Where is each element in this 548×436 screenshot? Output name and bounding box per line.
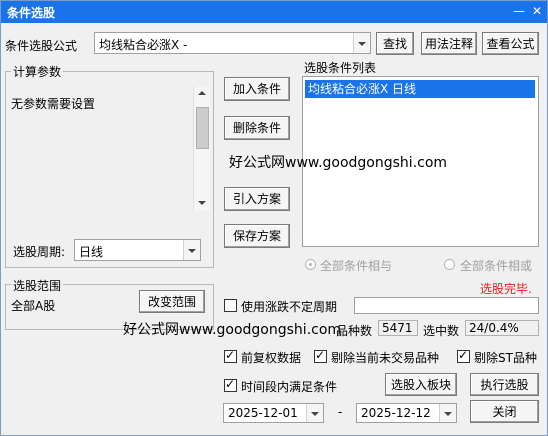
params-scrollbar[interactable]: [193, 87, 210, 211]
selected-count: 24/0.4%: [465, 320, 539, 336]
formula-select[interactable]: 均线粘合必涨X -: [94, 32, 371, 54]
change-range-button[interactable]: 改变范围: [139, 290, 205, 313]
end-date-picker[interactable]: 2025-12-12: [356, 403, 457, 423]
uncertain-period-checkbox[interactable]: [224, 299, 237, 312]
exclude-st-label: 剔除ST品种: [474, 351, 537, 365]
time-period-checkbox[interactable]: ✓: [224, 377, 237, 392]
save-plan-button[interactable]: 保存方案: [224, 224, 290, 248]
params-text: 无参数需要设置: [11, 97, 96, 111]
or-radio[interactable]: [444, 259, 455, 270]
start-date: 2025-12-01: [228, 406, 298, 420]
condition-stock-selection-window: 条件选股 — ✕ 条件选股公式 均线粘合必涨X - 查找 用法注释 查看公式 计…: [0, 0, 548, 436]
find-button[interactable]: 查找: [376, 32, 414, 55]
chevron-down-icon: [183, 240, 200, 260]
total-count-label: 品种数: [336, 324, 373, 338]
period-value: 日线: [79, 245, 104, 259]
exclude-st-checkbox[interactable]: ✓: [457, 348, 470, 363]
pre-adjust-label: 前复权数据: [241, 351, 302, 365]
scroll-thumb[interactable]: [196, 107, 209, 149]
and-radio-label: 全部条件相与: [320, 259, 393, 273]
exclude-untraded-label: 剔除当前未交易品种: [331, 351, 440, 365]
window-title: 条件选股: [7, 6, 56, 20]
exclude-untraded-checkbox[interactable]: ✓: [314, 348, 327, 363]
formula-label: 条件选股公式: [5, 39, 78, 53]
list-item[interactable]: 均线粘合必涨X 日线: [305, 80, 535, 98]
import-plan-button[interactable]: 引入方案: [224, 187, 290, 211]
end-date: 2025-12-12: [361, 406, 431, 420]
delete-condition-button[interactable]: 删除条件: [224, 116, 290, 140]
minimize-icon[interactable]: —: [511, 3, 527, 19]
add-to-block-button[interactable]: 选股入板块: [385, 373, 457, 396]
scroll-down-icon[interactable]: [198, 201, 206, 205]
selected-count-label: 选中数: [423, 324, 460, 338]
and-radio[interactable]: [305, 259, 316, 270]
close-button[interactable]: 关闭: [470, 400, 539, 423]
usage-notes-button[interactable]: 用法注释: [421, 32, 477, 55]
uncertain-period-input[interactable]: [354, 297, 539, 314]
close-icon[interactable]: ✕: [529, 3, 545, 19]
pre-adjust-checkbox[interactable]: ✓: [224, 348, 237, 363]
or-radio-label: 全部条件相或: [460, 259, 533, 273]
date-separator: -: [338, 405, 343, 419]
chevron-down-icon: [439, 404, 456, 422]
execute-selection-button[interactable]: 执行选股: [470, 373, 539, 396]
range-value: 全部A股: [11, 299, 56, 313]
watermark-text: 好公式网www.goodgongshi.com: [229, 155, 448, 171]
view-formula-button[interactable]: 查看公式: [482, 32, 539, 55]
title-bar: 条件选股 — ✕: [1, 1, 547, 23]
watermark-text: 好公式网www.goodgongshi.com: [123, 322, 342, 338]
time-period-label: 时间段内满足条件: [241, 380, 338, 394]
period-label: 选股周期:: [13, 245, 66, 259]
formula-value: 均线粘合必涨X -: [99, 38, 188, 52]
scroll-up-icon[interactable]: [198, 91, 206, 95]
range-label: 选股范围: [11, 277, 64, 294]
total-count: 5471: [378, 320, 418, 336]
period-select[interactable]: 日线: [74, 239, 201, 261]
chevron-down-icon: [353, 33, 370, 53]
start-date-picker[interactable]: 2025-12-01: [223, 403, 324, 423]
condition-list-label: 选股条件列表: [304, 61, 377, 75]
add-condition-button[interactable]: 加入条件: [224, 77, 290, 101]
status-text: 选股完毕.: [480, 282, 532, 296]
calc-params-label: 计算参数: [11, 63, 64, 80]
chevron-down-icon: [306, 404, 323, 422]
uncertain-period-label: 使用涨跌不定周期: [241, 300, 338, 314]
